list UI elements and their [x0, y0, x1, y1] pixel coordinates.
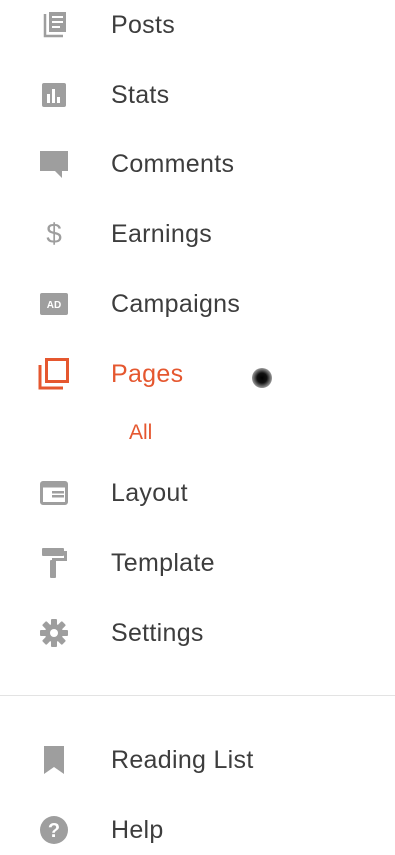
pages-icon	[34, 354, 74, 394]
sidebar-item-reading-list[interactable]: Reading List	[0, 735, 395, 785]
svg-text:AD: AD	[47, 300, 61, 311]
sidebar-item-posts[interactable]: Posts	[0, 0, 395, 50]
sidebar-item-label: Posts	[111, 10, 176, 39]
comments-icon	[34, 144, 74, 184]
stats-icon	[34, 75, 74, 115]
sidebar-item-label: Reading List	[111, 745, 254, 774]
sidebar-subitem-label: All	[129, 421, 153, 444]
sidebar-item-template[interactable]: Template	[0, 538, 395, 588]
help-icon: ?	[34, 810, 74, 850]
sidebar-item-earnings[interactable]: $ Earnings	[0, 209, 395, 259]
mouse-cursor	[252, 368, 272, 388]
posts-icon	[34, 5, 74, 45]
sidebar-item-comments[interactable]: Comments	[0, 139, 395, 189]
sidebar-item-pages[interactable]: Pages	[0, 349, 395, 399]
sidebar-item-label: Layout	[111, 478, 188, 507]
svg-text:?: ?	[48, 820, 60, 842]
sidebar-item-layout[interactable]: Layout	[0, 468, 395, 518]
campaigns-icon: AD	[34, 284, 74, 324]
sidebar-subitem-all[interactable]: All	[0, 410, 395, 456]
layout-icon	[34, 473, 74, 513]
sidebar-item-label: Template	[111, 548, 215, 577]
sidebar-item-label: Settings	[111, 618, 204, 647]
sidebar-item-stats[interactable]: Stats	[0, 70, 395, 120]
sidebar-item-label: Comments	[111, 149, 235, 178]
sidebar-item-settings[interactable]: Settings	[0, 608, 395, 658]
sidebar-item-label: Help	[111, 815, 164, 844]
sidebar-item-campaigns[interactable]: AD Campaigns	[0, 279, 395, 329]
sidebar-item-help[interactable]: ? Help	[0, 805, 395, 855]
bookmark-icon	[34, 740, 74, 780]
settings-icon	[34, 613, 74, 653]
sidebar-divider	[0, 695, 395, 696]
sidebar-item-label: Stats	[111, 80, 170, 109]
sidebar-item-label: Earnings	[111, 219, 213, 248]
template-icon	[34, 543, 74, 583]
sidebar-item-label: Pages	[111, 359, 184, 388]
sidebar-item-label: Campaigns	[111, 289, 241, 318]
earnings-icon: $	[46, 218, 62, 249]
